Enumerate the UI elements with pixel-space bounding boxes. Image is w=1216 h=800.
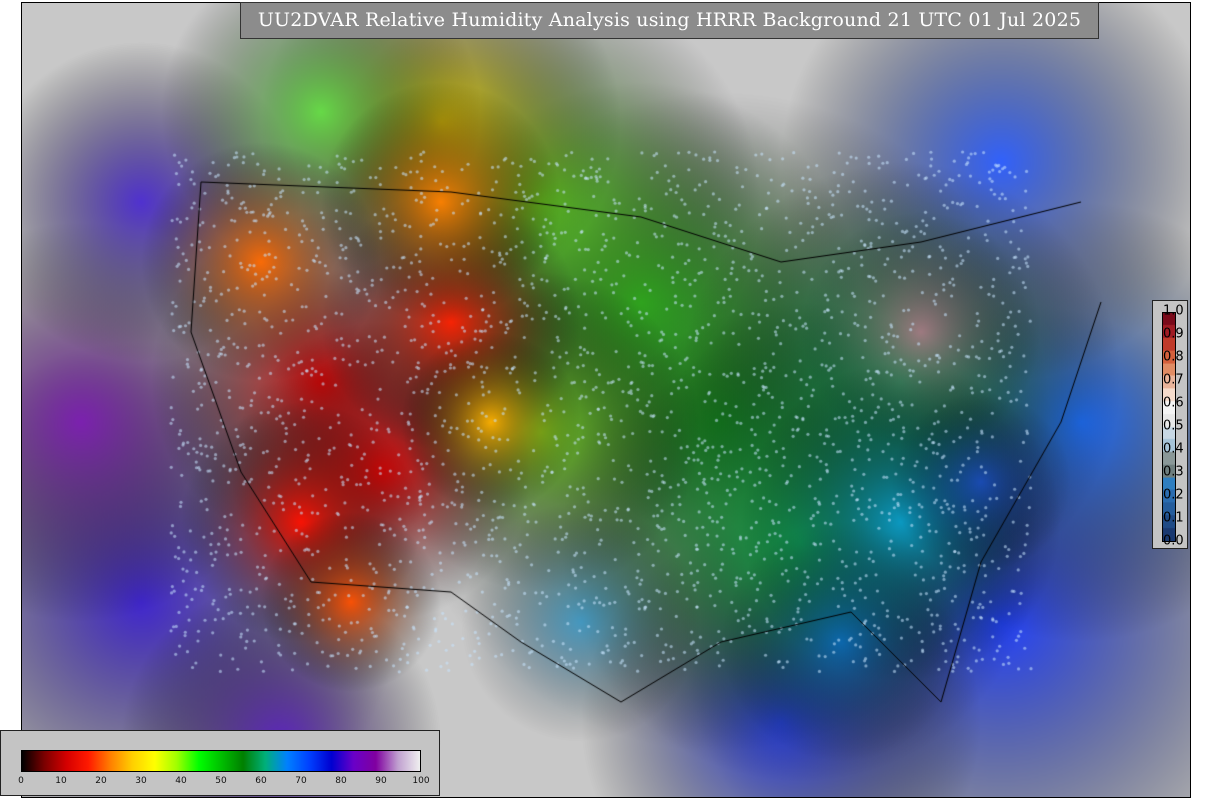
rh-tick: 100 [412, 776, 430, 786]
rh-tick: 10 [55, 776, 67, 786]
rh-tick: 70 [295, 776, 307, 786]
rh-tick: 40 [175, 776, 187, 786]
weight-tick: 0.2 [1163, 487, 1184, 503]
rh-colorbar [21, 750, 421, 772]
weight-tick: 0.4 [1163, 441, 1184, 457]
weight-tick: 0.3 [1163, 464, 1184, 480]
humidity-map [21, 2, 1191, 798]
rh-tick: 90 [375, 776, 387, 786]
weight-tick: 0.9 [1163, 326, 1184, 342]
map-title: UU2DVAR Relative Humidity Analysis using… [240, 2, 1099, 39]
rh-tick: 80 [335, 776, 347, 786]
map-figure: UU2DVAR Relative Humidity Analysis using… [0, 0, 1216, 800]
weight-tick: 0.1 [1163, 510, 1184, 526]
weight-tick: 0.8 [1163, 349, 1184, 365]
weight-tick: 0.5 [1163, 418, 1184, 434]
rh-tick: 50 [215, 776, 227, 786]
weight-tick: 1.0 [1163, 303, 1184, 319]
rh-tick: 0 [18, 776, 24, 786]
weight-tick: 0.7 [1163, 372, 1184, 388]
rh-tick: 60 [255, 776, 267, 786]
rh-tick: 20 [95, 776, 107, 786]
rh-tick: 30 [135, 776, 147, 786]
rh-colorbar-panel: 0 10 20 30 40 50 60 70 80 90 100 [0, 730, 440, 796]
weight-tick: 0.6 [1163, 395, 1184, 411]
weight-tick: 0.0 [1163, 533, 1184, 549]
